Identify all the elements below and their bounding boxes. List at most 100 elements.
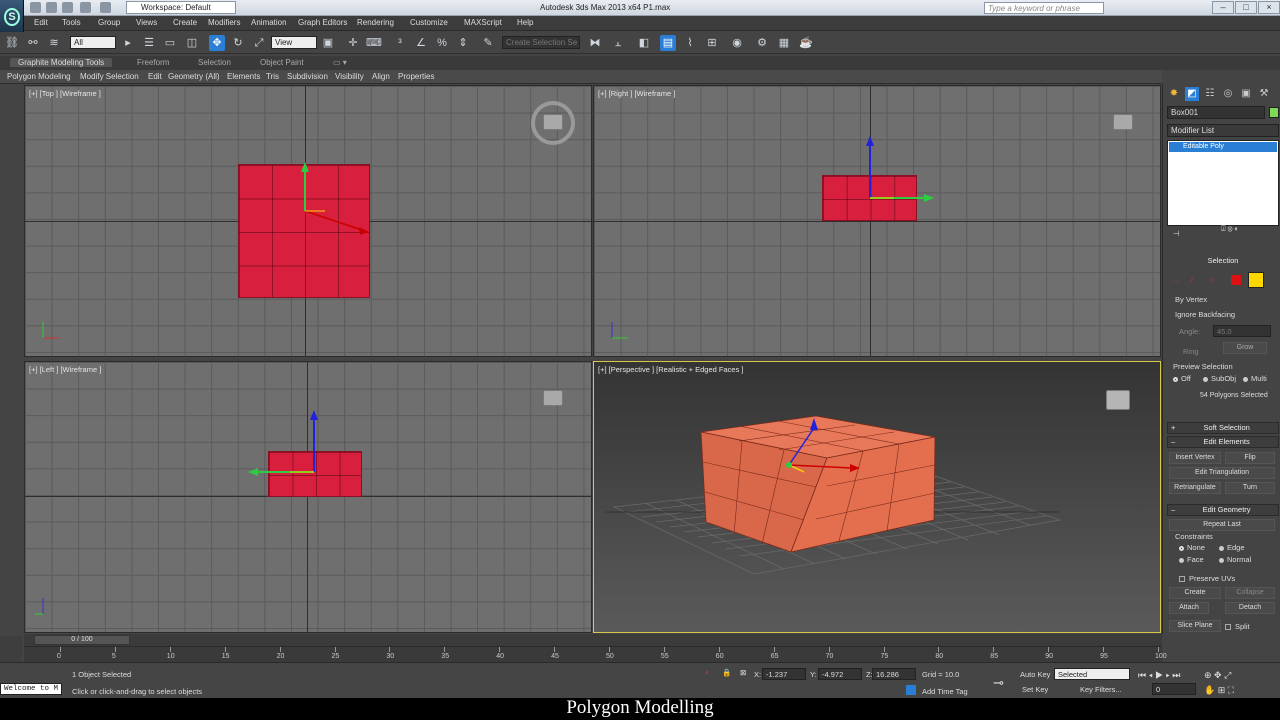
select-and-rotate-icon[interactable]: ↻: [230, 35, 246, 51]
edit-geometry-rollout[interactable]: – Edit Geometry: [1167, 504, 1279, 516]
constraint-face-radio[interactable]: Face: [1179, 555, 1204, 564]
rendered-frame-icon[interactable]: ▦: [776, 35, 792, 51]
object-color-swatch[interactable]: [1269, 107, 1279, 118]
time-tag-icon[interactable]: [906, 685, 916, 695]
viewport-nav-icons[interactable]: ✋ ⊞ ⛶: [1204, 685, 1234, 696]
viewcube-face[interactable]: [543, 390, 563, 406]
y-coordinate-field[interactable]: -4.972: [818, 668, 862, 680]
tab-graphite-modeling-tools[interactable]: Graphite Modeling Tools: [10, 58, 113, 67]
current-frame-field[interactable]: 0: [1152, 683, 1196, 695]
detach-button[interactable]: Detach: [1225, 602, 1275, 614]
display-tab-icon[interactable]: ▣: [1239, 87, 1253, 101]
pin-stack-icon[interactable]: ⊣: [1173, 229, 1180, 238]
percent-snap-icon[interactable]: %: [434, 35, 450, 51]
layer-manager-icon[interactable]: ◧: [636, 35, 652, 51]
split-checkbox[interactable]: Split: [1225, 622, 1250, 631]
select-and-scale-icon[interactable]: ⤢: [251, 35, 267, 51]
edit-triangulation-button[interactable]: Edit Triangulation: [1169, 467, 1275, 479]
create-tab-icon[interactable]: ✸: [1167, 87, 1181, 101]
schematic-view-icon[interactable]: ⊞: [704, 35, 720, 51]
flip-button[interactable]: Flip: [1225, 452, 1275, 464]
preview-subobj-radio[interactable]: SubObj: [1203, 374, 1236, 383]
set-key-icon[interactable]: ⊸: [993, 675, 1004, 691]
render-production-icon[interactable]: ☕: [798, 35, 814, 51]
link-icon[interactable]: ⛓: [4, 35, 20, 51]
select-by-name-icon[interactable]: ☰: [141, 35, 157, 51]
selection-lock-icon[interactable]: 🔒: [722, 668, 731, 677]
material-editor-icon[interactable]: ◉: [729, 35, 745, 51]
panel-edit[interactable]: Edit: [148, 72, 162, 81]
object-name-input[interactable]: Box001: [1167, 106, 1265, 119]
viewport-perspective[interactable]: [+] [Perspective ] [Realistic + Edged Fa…: [593, 361, 1161, 633]
minimize-button[interactable]: –: [1212, 1, 1234, 14]
modifier-list-dropdown[interactable]: Modifier List: [1167, 124, 1279, 137]
stack-item-editable-poly[interactable]: Editable Poly: [1169, 142, 1277, 152]
search-input[interactable]: Type a keyword or phrase: [984, 2, 1104, 14]
panel-visibility[interactable]: Visibility: [335, 72, 364, 81]
polygon-level-icon[interactable]: [1231, 275, 1241, 285]
align-icon[interactable]: ⫠: [610, 35, 626, 51]
named-selection-set-dropdown[interactable]: Create Selection Se: [502, 36, 580, 49]
maximize-button[interactable]: □: [1235, 1, 1257, 14]
graphite-toggle-icon[interactable]: ▤: [660, 35, 676, 51]
edit-named-selection-icon[interactable]: ✎: [480, 35, 496, 51]
viewcube-face[interactable]: [1113, 114, 1133, 130]
constraint-normal-radio[interactable]: Normal: [1219, 555, 1251, 564]
menu-tools[interactable]: Tools: [62, 18, 81, 27]
move-gizmo[interactable]: [285, 156, 375, 246]
open-file-icon[interactable]: [46, 2, 57, 13]
utilities-tab-icon[interactable]: ⚒: [1257, 87, 1271, 101]
selection-filter-dropdown[interactable]: All: [70, 36, 116, 49]
tab-selection[interactable]: Selection: [198, 58, 231, 67]
bind-spacewarp-icon[interactable]: ≋: [46, 35, 62, 51]
time-slider-thumb[interactable]: 0 / 100: [34, 635, 130, 645]
menu-create[interactable]: Create: [173, 18, 197, 27]
menu-group[interactable]: Group: [98, 18, 120, 27]
viewport-label[interactable]: [+] [Right ] [Wireframe ]: [598, 89, 675, 98]
tab-object-paint[interactable]: Object Paint: [260, 58, 304, 67]
move-gizmo[interactable]: [240, 402, 340, 492]
tab-freeform[interactable]: Freeform: [137, 58, 169, 67]
key-filters-button[interactable]: Key Filters...: [1080, 685, 1122, 694]
create-button[interactable]: Create: [1169, 587, 1221, 599]
viewport-left[interactable]: [+] [Left ] [Wireframe ]: [24, 361, 592, 633]
close-button[interactable]: ×: [1258, 1, 1280, 14]
edge-level-icon[interactable]: ∕: [1191, 275, 1193, 285]
viewcube-face[interactable]: [543, 114, 563, 130]
workspace-dropdown[interactable]: Workspace: Default: [126, 1, 236, 14]
save-file-icon[interactable]: [62, 2, 73, 13]
panel-properties[interactable]: Properties: [398, 72, 434, 81]
attach-button[interactable]: Attach: [1169, 602, 1209, 614]
manipulate-icon[interactable]: ✛: [345, 35, 361, 51]
maxscript-listener[interactable]: Welcome to M: [0, 683, 62, 695]
menu-maxscript[interactable]: MAXScript: [464, 18, 502, 27]
ribbon-options-icon[interactable]: ▭ ▾: [333, 58, 347, 67]
track-bar[interactable]: 0 5 10 15 20 25 30 35 40 45 50 55 60 65 70 75 80 85 90 95 10…: [24, 646, 1167, 662]
navigation-controls[interactable]: ⊕ ✥ ⤢: [1204, 670, 1231, 681]
edit-elements-rollout[interactable]: – Edit Elements: [1167, 436, 1279, 448]
motion-tab-icon[interactable]: ◎: [1221, 87, 1235, 101]
menu-customize[interactable]: Customize: [410, 18, 448, 27]
menu-views[interactable]: Views: [136, 18, 157, 27]
select-object-icon[interactable]: ▸: [120, 35, 136, 51]
mirror-icon[interactable]: ⧓: [587, 35, 603, 51]
ring-button[interactable]: Ring: [1183, 347, 1198, 356]
select-and-move-icon[interactable]: ✥: [209, 35, 225, 51]
hierarchy-tab-icon[interactable]: ☷: [1203, 87, 1217, 101]
keyboard-shortcut-icon[interactable]: ⌨: [366, 35, 382, 51]
window-crossing-icon[interactable]: ◫: [184, 35, 200, 51]
menu-edit[interactable]: Edit: [34, 18, 48, 27]
panel-elements[interactable]: Elements: [227, 72, 260, 81]
panel-polygon-modeling[interactable]: Polygon Modeling: [7, 72, 71, 81]
repeat-last-button[interactable]: Repeat Last: [1169, 519, 1275, 531]
vertex-level-icon[interactable]: ∴: [1173, 275, 1179, 286]
panel-modify-selection[interactable]: Modify Selection: [80, 72, 139, 81]
turn-button[interactable]: Turn: [1225, 482, 1275, 494]
element-level-icon[interactable]: [1248, 272, 1264, 288]
modifier-stack[interactable]: Editable Poly: [1167, 140, 1279, 226]
grow-button[interactable]: Grow: [1223, 342, 1267, 354]
playback-controls[interactable]: ⏮ ◂ ▶ ▸ ⏭: [1138, 670, 1180, 681]
redo-icon[interactable]: [100, 2, 111, 13]
reference-coordinate-dropdown[interactable]: View: [271, 36, 317, 49]
insert-vertex-button[interactable]: Insert Vertex: [1169, 452, 1221, 464]
